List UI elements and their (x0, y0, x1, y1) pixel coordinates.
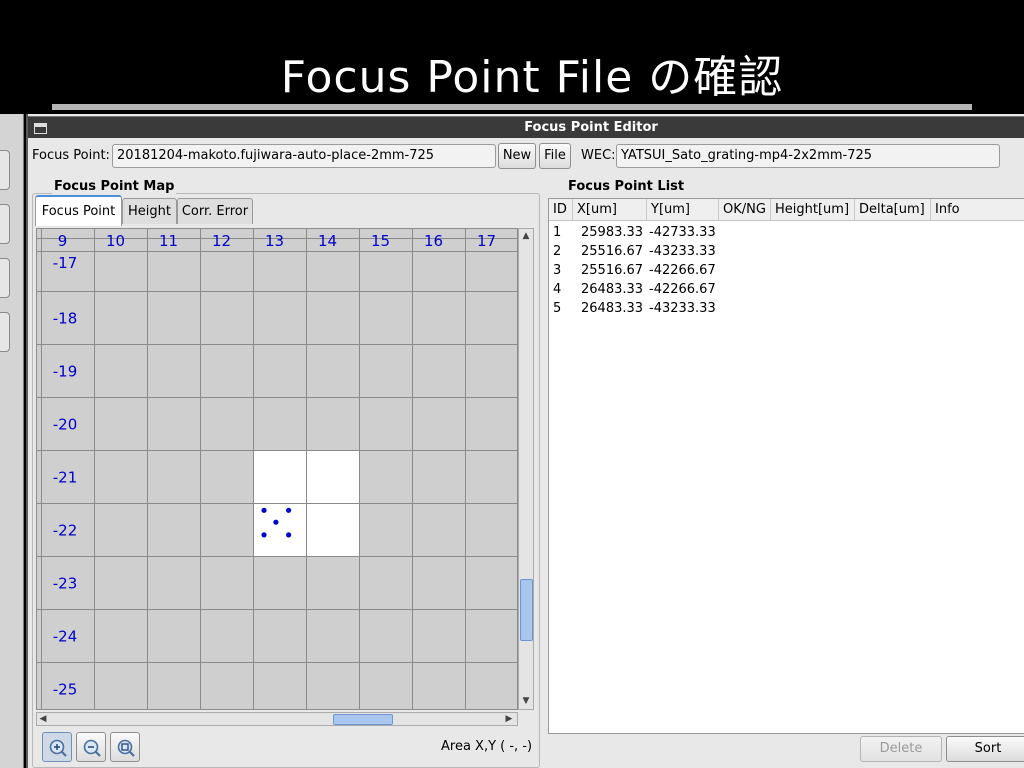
table-cell-y: -42733.33 (649, 225, 716, 240)
left-panel-button-4[interactable] (0, 312, 10, 352)
column-header-info[interactable]: Info (931, 199, 1024, 221)
table-cell-id: 1 (553, 225, 562, 240)
table-cell-x: 25516.67 (581, 263, 644, 278)
table-cell-y: -42266.67 (649, 282, 716, 297)
column-header-delta[interactable]: Delta[um] (855, 199, 931, 221)
map-cell-highlight[interactable] (307, 504, 359, 556)
slide-title: Focus Point File の確認 (280, 52, 784, 103)
map-cell-highlight[interactable] (254, 504, 306, 556)
focus-point-file-field[interactable]: 20181204-makoto.fujiwara-auto-place-2mm-… (112, 144, 496, 168)
wec-field[interactable]: YATSUI_Sato_grating-mp4-2x2mm-725 (616, 144, 1000, 168)
table-cell-id: 2 (553, 244, 562, 259)
map-row-label: -19 (53, 363, 78, 381)
table-row[interactable]: 3 25516.67 -42266.67 (549, 261, 1024, 280)
column-header-ok-ng[interactable]: OK/NG (719, 199, 771, 221)
map-horizontal-scroll-thumb[interactable] (333, 714, 393, 725)
focus-point-map-grid[interactable]: 9 10 11 12 13 14 15 16 17 -17 -18 -19 -20 -21 -22 -23 -2… (37, 229, 518, 710)
map-row-label: -20 (53, 416, 78, 434)
focus-point-marker[interactable] (261, 507, 267, 513)
scroll-up-icon[interactable]: ▲ (520, 230, 532, 242)
zoom-out-icon (83, 739, 101, 757)
focus-point-label: Focus Point: (32, 148, 110, 163)
focus-point-editor-window: Focus Point Editor Focus Point: 20181204… (26, 114, 1024, 768)
map-cell-highlight[interactable] (307, 451, 359, 503)
focus-point-list-table[interactable]: ID X[um] Y[um] OK/NG Height[um] Delta[um… (548, 198, 1024, 734)
table-cell-y: -42266.67 (649, 263, 716, 278)
tab-focus-point[interactable]: Focus Point (35, 195, 122, 226)
left-panel (0, 114, 24, 768)
map-column-label: 17 (477, 232, 496, 250)
map-vertical-scrollbar[interactable]: ▲ ▼ (518, 228, 534, 710)
table-row[interactable]: 2 25516.67 -43233.33 (549, 242, 1024, 261)
area-xy-readout: Area X,Y ( -, -) (441, 739, 533, 754)
scroll-left-icon[interactable]: ◀ (37, 713, 49, 725)
left-panel-button-3[interactable] (0, 258, 10, 298)
map-column-label: 16 (424, 232, 443, 250)
map-row-label: -18 (53, 310, 78, 328)
map-row-label: -21 (53, 469, 78, 487)
table-header: ID X[um] Y[um] OK/NG Height[um] Delta[um… (549, 199, 1024, 221)
new-button[interactable]: New (498, 143, 536, 169)
table-cell-x: 26483.33 (581, 282, 644, 297)
sort-button[interactable]: Sort (946, 736, 1024, 762)
map-column-label: 13 (265, 232, 284, 250)
tab-height[interactable]: Height (122, 198, 177, 224)
table-row[interactable]: 1 25983.33 -42733.33 (549, 223, 1024, 242)
map-row-label: -22 (53, 522, 78, 540)
tab-corr-error[interactable]: Corr. Error (177, 198, 253, 224)
zoom-in-icon (49, 739, 67, 757)
focus-point-marker[interactable] (286, 507, 292, 513)
focus-point-list-title: Focus Point List (566, 179, 687, 194)
focus-point-map-title: Focus Point Map (52, 179, 177, 194)
table-cell-x: 26483.33 (581, 301, 644, 316)
table-cell-id: 5 (553, 301, 562, 316)
column-header-height[interactable]: Height[um] (771, 199, 855, 221)
scroll-down-icon[interactable]: ▼ (520, 695, 532, 707)
focus-point-marker[interactable] (273, 519, 279, 525)
table-cell-y: -43233.33 (649, 244, 716, 259)
map-vertical-scroll-thumb[interactable] (520, 579, 533, 641)
column-header-y[interactable]: Y[um] (647, 199, 719, 221)
column-header-id[interactable]: ID (549, 199, 573, 221)
table-cell-y: -43233.33 (649, 301, 716, 316)
zoom-fit-button[interactable] (110, 732, 140, 762)
table-row[interactable]: 5 26483.33 -43233.33 (549, 299, 1024, 318)
column-header-x[interactable]: X[um] (573, 199, 647, 221)
map-column-label: 10 (106, 232, 125, 250)
focus-point-marker[interactable] (286, 532, 292, 538)
map-horizontal-scrollbar[interactable]: ◀ ▶ (36, 712, 518, 726)
table-cell-id: 3 (553, 263, 562, 278)
left-panel-button-1[interactable] (0, 150, 10, 190)
left-panel-button-2[interactable] (0, 204, 10, 244)
scroll-right-icon[interactable]: ▶ (503, 713, 515, 725)
slide-title-underline (52, 104, 972, 110)
map-row-label: -25 (53, 681, 78, 699)
wec-label: WEC: (581, 148, 616, 163)
map-cell-highlight[interactable] (254, 451, 306, 503)
map-column-label: 12 (212, 232, 231, 250)
toolbar: Focus Point: 20181204-makoto.fujiwara-au… (28, 142, 1024, 172)
map-column-label: 9 (58, 232, 68, 250)
window-titlebar[interactable]: Focus Point Editor (28, 116, 1024, 138)
zoom-in-button[interactable] (42, 732, 72, 762)
map-column-label: 14 (318, 232, 337, 250)
table-row[interactable]: 4 26483.33 -42266.67 (549, 280, 1024, 299)
delete-button[interactable]: Delete (860, 736, 942, 762)
zoom-fit-icon (117, 739, 135, 757)
table-cell-x: 25516.67 (581, 244, 644, 259)
map-row-label: -24 (53, 628, 78, 646)
focus-point-map-canvas[interactable]: 9 10 11 12 13 14 15 16 17 -17 -18 -19 -20 -21 -22 -23 -2… (36, 228, 518, 710)
map-column-label: 11 (159, 232, 178, 250)
window-title: Focus Point Editor (524, 120, 658, 135)
table-cell-x: 25983.33 (581, 225, 644, 240)
map-column-label: 15 (371, 232, 390, 250)
focus-point-marker[interactable] (261, 532, 267, 538)
zoom-out-button[interactable] (76, 732, 106, 762)
table-cell-id: 4 (553, 282, 562, 297)
map-row-label: -23 (53, 575, 78, 593)
file-button[interactable]: File (539, 143, 571, 169)
map-row-label: -17 (53, 254, 78, 272)
